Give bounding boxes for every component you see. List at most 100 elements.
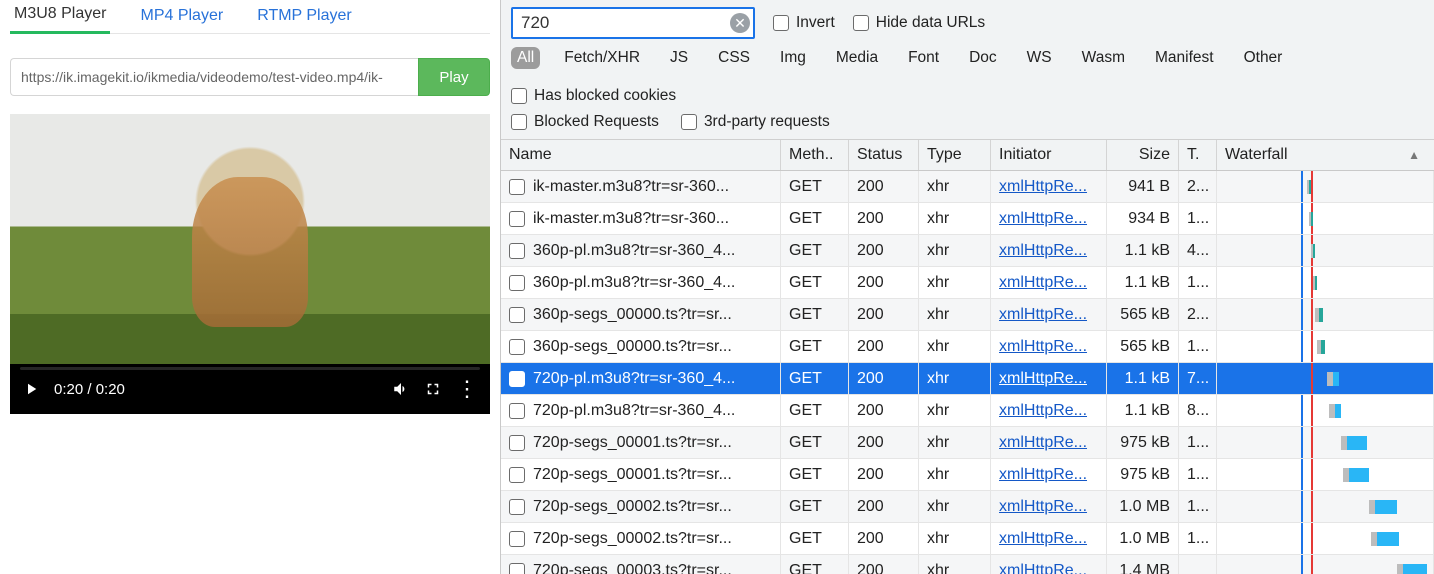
type-filter-ws[interactable]: WS bbox=[1021, 47, 1058, 69]
network-row[interactable]: 720p-segs_00002.ts?tr=sr...GET200xhrxmlH… bbox=[501, 523, 1434, 555]
request-time: 1... bbox=[1179, 459, 1217, 490]
request-name: 720p-segs_00003.ts?tr=sr... bbox=[533, 562, 732, 574]
request-initiator[interactable]: xmlHttpRe... bbox=[999, 402, 1087, 420]
invert-checkbox[interactable]: Invert bbox=[773, 14, 835, 32]
play-icon[interactable] bbox=[22, 380, 40, 398]
player-tab-rtmp-player[interactable]: RTMP Player bbox=[253, 1, 356, 33]
request-initiator[interactable]: xmlHttpRe... bbox=[999, 306, 1087, 324]
col-type[interactable]: Type bbox=[919, 140, 991, 170]
network-row[interactable]: 360p-pl.m3u8?tr=sr-360_4...GET200xhrxmlH… bbox=[501, 267, 1434, 299]
play-button[interactable]: Play bbox=[418, 58, 490, 96]
row-checkbox[interactable] bbox=[509, 435, 525, 451]
type-filter-wasm[interactable]: Wasm bbox=[1076, 47, 1131, 69]
col-waterfall[interactable]: Waterfall ▲ bbox=[1217, 140, 1434, 170]
request-size: 934 B bbox=[1107, 203, 1179, 234]
request-initiator[interactable]: xmlHttpRe... bbox=[999, 562, 1087, 574]
request-status: 200 bbox=[849, 459, 919, 490]
row-checkbox[interactable] bbox=[509, 563, 525, 574]
request-method: GET bbox=[781, 523, 849, 554]
network-row[interactable]: 720p-segs_00003.ts?tr=sr...GET200xhrxmlH… bbox=[501, 555, 1434, 574]
request-initiator[interactable]: xmlHttpRe... bbox=[999, 338, 1087, 356]
col-initiator[interactable]: Initiator bbox=[991, 140, 1107, 170]
request-initiator[interactable]: xmlHttpRe... bbox=[999, 530, 1087, 548]
type-filter-other[interactable]: Other bbox=[1238, 47, 1289, 69]
col-name[interactable]: Name bbox=[501, 140, 781, 170]
network-row[interactable]: 720p-segs_00002.ts?tr=sr...GET200xhrxmlH… bbox=[501, 491, 1434, 523]
filter-input[interactable] bbox=[511, 7, 755, 39]
request-initiator[interactable]: xmlHttpRe... bbox=[999, 466, 1087, 484]
clear-filter-icon[interactable]: ✕ bbox=[730, 13, 750, 33]
type-filter-font[interactable]: Font bbox=[902, 47, 945, 69]
row-checkbox[interactable] bbox=[509, 371, 525, 387]
request-waterfall bbox=[1217, 235, 1434, 266]
request-waterfall bbox=[1217, 395, 1434, 426]
type-filter-img[interactable]: Img bbox=[774, 47, 812, 69]
network-row[interactable]: 360p-segs_00000.ts?tr=sr...GET200xhrxmlH… bbox=[501, 299, 1434, 331]
request-initiator[interactable]: xmlHttpRe... bbox=[999, 434, 1087, 452]
type-filter-fetchxhr[interactable]: Fetch/XHR bbox=[558, 47, 646, 69]
video-player[interactable]: 0:20 / 0:20 ⋮ bbox=[10, 114, 490, 414]
invert-label: Invert bbox=[796, 14, 835, 32]
more-options-icon[interactable]: ⋮ bbox=[456, 380, 478, 398]
request-name: 720p-segs_00002.ts?tr=sr... bbox=[533, 530, 732, 548]
request-initiator[interactable]: xmlHttpRe... bbox=[999, 274, 1087, 292]
network-row[interactable]: 360p-segs_00000.ts?tr=sr...GET200xhrxmlH… bbox=[501, 331, 1434, 363]
type-filter-manifest[interactable]: Manifest bbox=[1149, 47, 1220, 69]
request-type: xhr bbox=[919, 299, 991, 330]
request-initiator[interactable]: xmlHttpRe... bbox=[999, 178, 1087, 196]
row-checkbox[interactable] bbox=[509, 499, 525, 515]
blocked-requests-checkbox[interactable]: Blocked Requests bbox=[511, 113, 659, 131]
type-filter-doc[interactable]: Doc bbox=[963, 47, 1003, 69]
row-checkbox[interactable] bbox=[509, 339, 525, 355]
col-status[interactable]: Status bbox=[849, 140, 919, 170]
row-checkbox[interactable] bbox=[509, 467, 525, 483]
request-name: ik-master.m3u8?tr=sr-360... bbox=[533, 178, 729, 196]
row-checkbox[interactable] bbox=[509, 275, 525, 291]
row-checkbox[interactable] bbox=[509, 307, 525, 323]
video-url-input[interactable] bbox=[10, 58, 418, 96]
network-row[interactable]: 720p-segs_00001.ts?tr=sr...GET200xhrxmlH… bbox=[501, 459, 1434, 491]
network-row[interactable]: ik-master.m3u8?tr=sr-360...GET200xhrxmlH… bbox=[501, 203, 1434, 235]
request-initiator[interactable]: xmlHttpRe... bbox=[999, 242, 1087, 260]
request-initiator[interactable]: xmlHttpRe... bbox=[999, 498, 1087, 516]
request-method: GET bbox=[781, 427, 849, 458]
col-size[interactable]: Size bbox=[1107, 140, 1179, 170]
has-blocked-cookies-checkbox[interactable]: Has blocked cookies bbox=[511, 87, 676, 105]
network-row[interactable]: ik-master.m3u8?tr=sr-360...GET200xhrxmlH… bbox=[501, 171, 1434, 203]
request-status: 200 bbox=[849, 395, 919, 426]
request-status: 200 bbox=[849, 235, 919, 266]
url-row: Play bbox=[10, 58, 490, 96]
request-size: 975 kB bbox=[1107, 459, 1179, 490]
row-checkbox[interactable] bbox=[509, 179, 525, 195]
row-checkbox[interactable] bbox=[509, 211, 525, 227]
col-method[interactable]: Meth.. bbox=[781, 140, 849, 170]
row-checkbox[interactable] bbox=[509, 531, 525, 547]
row-checkbox[interactable] bbox=[509, 403, 525, 419]
col-time[interactable]: T. bbox=[1179, 140, 1217, 170]
network-row[interactable]: 720p-pl.m3u8?tr=sr-360_4...GET200xhrxmlH… bbox=[501, 363, 1434, 395]
type-filter-all[interactable]: All bbox=[511, 47, 540, 69]
player-tab-mp4-player[interactable]: MP4 Player bbox=[136, 1, 227, 33]
request-type: xhr bbox=[919, 395, 991, 426]
fullscreen-icon[interactable] bbox=[424, 380, 442, 398]
network-row[interactable]: 720p-segs_00001.ts?tr=sr...GET200xhrxmlH… bbox=[501, 427, 1434, 459]
player-tab-m3u8-player[interactable]: M3U8 Player bbox=[10, 0, 110, 34]
checkbox-icon bbox=[853, 15, 869, 31]
third-party-checkbox[interactable]: 3rd-party requests bbox=[681, 113, 830, 131]
network-row[interactable]: 720p-pl.m3u8?tr=sr-360_4...GET200xhrxmlH… bbox=[501, 395, 1434, 427]
request-size: 1.1 kB bbox=[1107, 235, 1179, 266]
request-size: 1.1 kB bbox=[1107, 267, 1179, 298]
request-initiator[interactable]: xmlHttpRe... bbox=[999, 210, 1087, 228]
request-method: GET bbox=[781, 459, 849, 490]
type-filter-js[interactable]: JS bbox=[664, 47, 694, 69]
request-method: GET bbox=[781, 171, 849, 202]
network-row[interactable]: 360p-pl.m3u8?tr=sr-360_4...GET200xhrxmlH… bbox=[501, 235, 1434, 267]
type-filter-css[interactable]: CSS bbox=[712, 47, 756, 69]
request-initiator[interactable]: xmlHttpRe... bbox=[999, 370, 1087, 388]
type-filter-media[interactable]: Media bbox=[830, 47, 884, 69]
checkbox-icon bbox=[681, 114, 697, 130]
request-waterfall bbox=[1217, 203, 1434, 234]
row-checkbox[interactable] bbox=[509, 243, 525, 259]
hide-data-urls-checkbox[interactable]: Hide data URLs bbox=[853, 14, 985, 32]
volume-icon[interactable] bbox=[392, 380, 410, 398]
